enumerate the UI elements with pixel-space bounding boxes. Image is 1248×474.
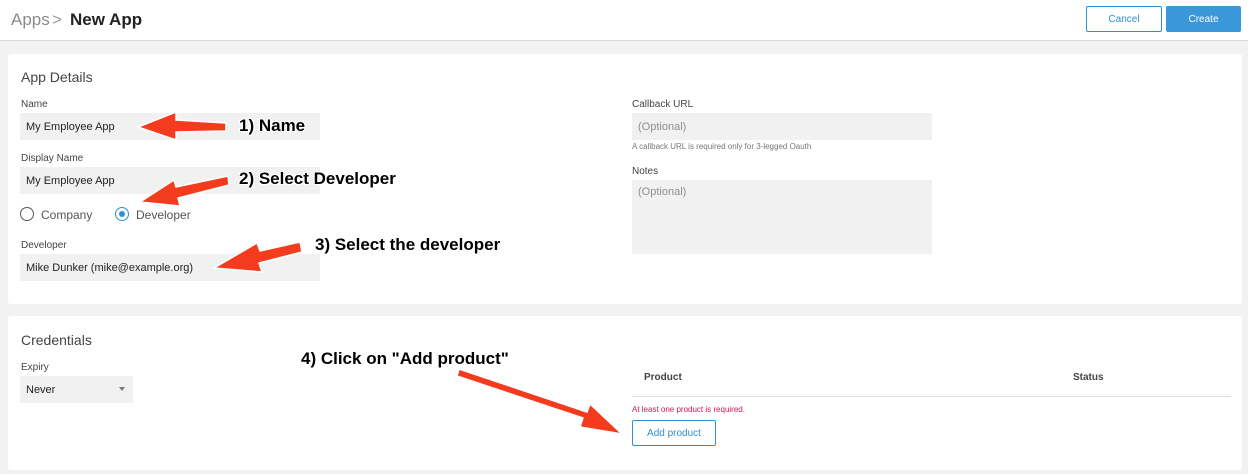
cancel-button[interactable]: Cancel — [1086, 6, 1162, 32]
caret-down-icon — [119, 387, 125, 391]
developer-radio[interactable] — [115, 207, 129, 221]
app-details-title: App Details — [21, 69, 93, 85]
notes-textarea[interactable]: (Optional) — [632, 180, 932, 254]
annotation-step-2: 2) Select Developer — [239, 169, 396, 188]
display-name-value: My Employee App — [26, 174, 115, 187]
notes-placeholder: (Optional) — [638, 186, 687, 198]
developer-radio-label[interactable]: Developer — [136, 208, 191, 222]
chevron-right-icon: > — [52, 10, 62, 29]
company-radio-label[interactable]: Company — [41, 208, 92, 222]
company-radio[interactable] — [20, 207, 34, 221]
display-name-label: Display Name — [21, 153, 84, 164]
app-details-card: App Details Name My Employee App Display… — [8, 54, 1242, 304]
credentials-card: Credentials Expiry Never Product Status … — [8, 316, 1242, 470]
breadcrumb-apps[interactable]: Apps — [11, 10, 50, 30]
annotation-step-1: 1) Name — [239, 116, 306, 135]
product-column-header: Product — [644, 372, 682, 383]
expiry-label: Expiry — [21, 362, 49, 373]
table-divider — [632, 396, 1231, 397]
expiry-select[interactable]: Never — [20, 376, 133, 403]
page-title: New App — [70, 10, 143, 29]
top-bar: Apps > New App Cancel Create — [0, 0, 1248, 41]
notes-label: Notes — [632, 166, 659, 177]
create-button[interactable]: Create — [1166, 6, 1241, 32]
expiry-value: Never — [26, 383, 56, 396]
annotation-step-3: 3) Select the developer — [315, 235, 501, 254]
add-product-button[interactable]: Add product — [632, 420, 716, 446]
credentials-title: Credentials — [21, 332, 92, 348]
name-value: My Employee App — [26, 120, 115, 133]
name-label: Name — [21, 99, 48, 110]
developer-label: Developer — [21, 240, 67, 251]
status-column-header: Status — [1073, 372, 1104, 383]
developer-select[interactable]: Mike Dunker (mike@example.org) — [20, 254, 320, 281]
callback-url-help: A callback URL is required only for 3-le… — [632, 142, 812, 151]
product-error-message: At least one product is required. — [632, 405, 745, 414]
callback-url-placeholder: (Optional) — [638, 120, 687, 133]
callback-url-input[interactable]: (Optional) — [632, 113, 932, 140]
developer-value: Mike Dunker (mike@example.org) — [26, 261, 194, 274]
annotation-step-4: 4) Click on "Add product" — [301, 349, 509, 368]
callback-url-label: Callback URL — [632, 99, 694, 110]
